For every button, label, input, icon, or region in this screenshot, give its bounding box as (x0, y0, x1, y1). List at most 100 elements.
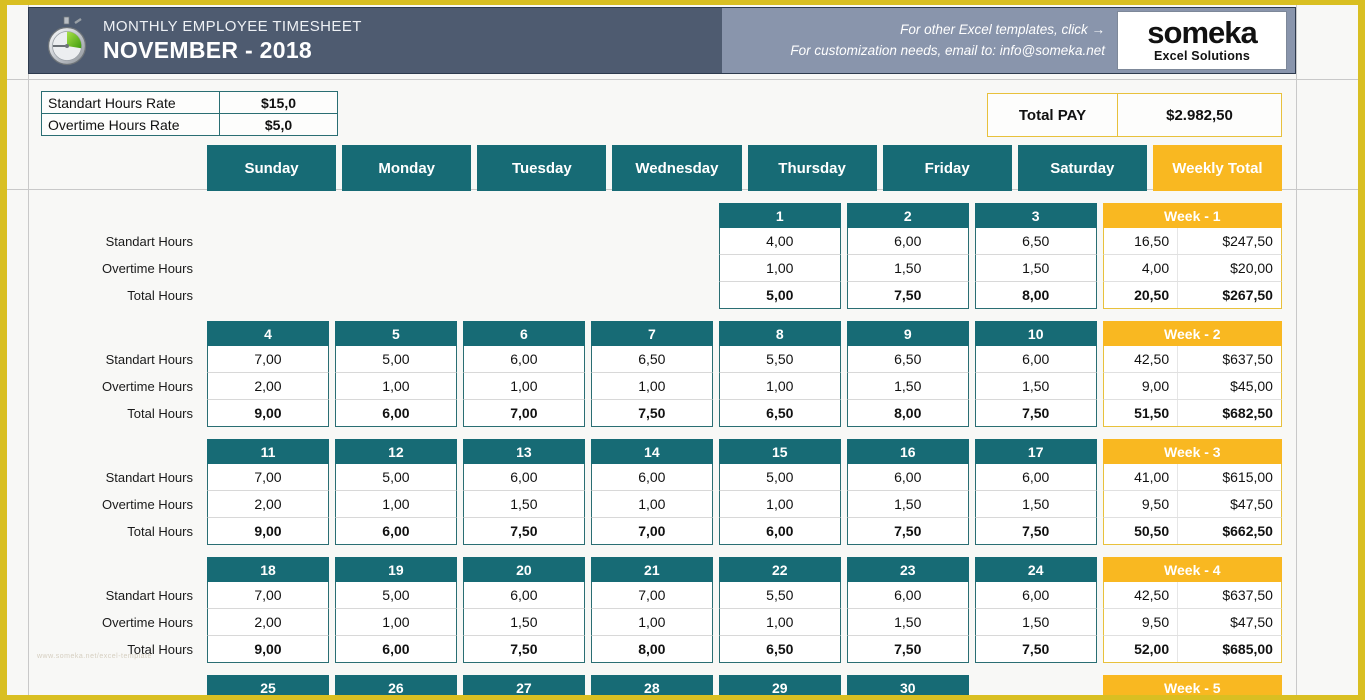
day-column: 47,002,009,00 (207, 321, 329, 427)
weekday-header-monday: Monday (342, 145, 471, 191)
standard-hours-cell[interactable]: 6,00 (847, 582, 969, 609)
overtime-hours-cell[interactable]: 1,00 (591, 609, 713, 636)
overtime-hours-cell[interactable]: 1,50 (463, 609, 585, 636)
standard-hours-cell[interactable]: 6,50 (847, 346, 969, 373)
day-number: 9 (847, 321, 969, 346)
standard-hours-cell[interactable]: 6,00 (463, 346, 585, 373)
overtime-hours-cell[interactable]: 1,00 (719, 609, 841, 636)
total-hours-cell: 7,50 (847, 518, 969, 545)
standard-hours-cell[interactable]: 7,00 (207, 464, 329, 491)
header-banner-right: For other Excel templates, click → For c… (722, 8, 1295, 73)
overtime-hours-cell[interactable]: 2,00 (207, 609, 329, 636)
weekly-pay-value: $47,50 (1178, 609, 1281, 635)
overtime-hours-cell[interactable]: 1,50 (847, 609, 969, 636)
standard-hours-cell[interactable]: 5,00 (719, 464, 841, 491)
logo-wordmark: someka (1147, 18, 1256, 47)
day-number: 18 (207, 557, 329, 582)
overtime-hours-cell[interactable] (463, 255, 585, 282)
standard-hours-cell[interactable]: 4,00 (719, 228, 841, 255)
overtime-hours-cell[interactable]: 1,00 (335, 373, 457, 400)
overtime-hours-cell[interactable]: 1,50 (975, 255, 1097, 282)
day-columns: 187,002,009,00195,001,006,00206,001,507,… (207, 557, 1282, 663)
overtime-hours-cell[interactable]: 1,50 (975, 491, 1097, 518)
day-column: 55,001,006,00 (335, 321, 457, 427)
day-number: 5 (335, 321, 457, 346)
week-label: Week - 1 (1103, 203, 1282, 228)
overtime-hours-cell[interactable] (335, 255, 457, 282)
standard-hours-cell[interactable]: 6,00 (463, 464, 585, 491)
overtime-hours-cell[interactable]: 1,00 (719, 373, 841, 400)
standard-hours-cell[interactable] (463, 228, 585, 255)
overtime-hours-cell[interactable]: 1,00 (591, 373, 713, 400)
standard-hours-cell[interactable]: 5,50 (719, 346, 841, 373)
weekly-total-row: 52,00$685,00 (1103, 636, 1282, 663)
weekly-hours-value: 9,50 (1104, 491, 1178, 517)
day-number: 6 (463, 321, 585, 346)
overtime-hours-cell[interactable]: 1,00 (719, 491, 841, 518)
promo-line-2[interactable]: For customization needs, email to: info@… (790, 41, 1105, 62)
weekly-hours-value: 51,50 (1104, 400, 1178, 426)
overtime-rate-value[interactable]: $5,0 (220, 114, 338, 136)
standard-hours-cell[interactable]: 6,00 (591, 464, 713, 491)
weekly-total-row: 50,50$662,50 (1103, 518, 1282, 545)
day-column (335, 203, 457, 309)
standard-hours-cell[interactable]: 6,00 (975, 464, 1097, 491)
overtime-hours-cell[interactable]: 1,00 (335, 609, 457, 636)
promo-line-1[interactable]: For other Excel templates, click → (790, 20, 1105, 41)
standard-hours-cell[interactable]: 6,50 (975, 228, 1097, 255)
someka-logo[interactable]: someka Excel Solutions (1117, 11, 1287, 70)
standard-hours-cell[interactable]: 7,00 (207, 346, 329, 373)
overtime-hours-cell[interactable]: 1,00 (463, 373, 585, 400)
row-label-column: Standart HoursOvertime HoursTotal Hours (7, 203, 207, 309)
weekly-hours-value: 52,00 (1104, 636, 1178, 662)
standard-hours-cell[interactable]: 7,00 (207, 582, 329, 609)
standard-hours-cell[interactable] (591, 228, 713, 255)
weekly-pay-value: $45,00 (1178, 373, 1281, 399)
standard-hours-cell[interactable]: 5,00 (335, 464, 457, 491)
overtime-hours-cell[interactable] (591, 255, 713, 282)
standard-hours-cell[interactable]: 5,00 (335, 582, 457, 609)
overtime-hours-cell[interactable]: 1,50 (463, 491, 585, 518)
standard-hours-cell[interactable]: 6,00 (463, 582, 585, 609)
overtime-hours-cell[interactable]: 1,50 (975, 609, 1097, 636)
standard-hours-cell[interactable]: 6,00 (847, 228, 969, 255)
standard-hours-cell[interactable]: 6,00 (975, 346, 1097, 373)
standard-hours-cell[interactable]: 5,50 (719, 582, 841, 609)
standard-hours-cell[interactable]: 5,00 (335, 346, 457, 373)
standard-hours-cell[interactable]: 7,00 (591, 582, 713, 609)
day-column: 155,001,006,00 (719, 439, 841, 545)
total-hours-cell (207, 282, 329, 309)
standard-hours-cell[interactable]: 6,00 (847, 464, 969, 491)
row-label: Total Hours (7, 518, 207, 545)
overtime-hours-cell[interactable]: 1,00 (719, 255, 841, 282)
overtime-hours-cell[interactable]: 1,50 (847, 255, 969, 282)
day-number: 15 (719, 439, 841, 464)
overtime-hours-cell[interactable]: 2,00 (207, 491, 329, 518)
day-column: 26,001,507,50 (847, 203, 969, 309)
total-hours-cell: 6,50 (719, 636, 841, 663)
standard-hours-cell[interactable] (335, 228, 457, 255)
weekday-header-friday: Friday (883, 145, 1012, 191)
weekly-hours-value: 9,50 (1104, 609, 1178, 635)
total-pay-value: $2.982,50 (1118, 94, 1281, 136)
overtime-hours-cell[interactable]: 1,50 (847, 373, 969, 400)
overtime-hours-cell[interactable] (207, 255, 329, 282)
day-number: 2 (847, 203, 969, 228)
overtime-hours-cell[interactable]: 1,50 (975, 373, 1097, 400)
overtime-hours-cell[interactable]: 1,00 (335, 491, 457, 518)
standard-hours-cell[interactable]: 6,00 (975, 582, 1097, 609)
standard-rate-value[interactable]: $15,0 (220, 92, 338, 114)
total-hours-cell: 9,00 (207, 400, 329, 427)
standard-hours-cell[interactable] (207, 228, 329, 255)
overtime-hours-cell[interactable]: 1,00 (591, 491, 713, 518)
weekly-hours-value: 50,50 (1104, 518, 1178, 544)
weekly-pay-value: $682,50 (1178, 400, 1281, 426)
day-column: 276,50 (463, 675, 585, 700)
overtime-hours-cell[interactable]: 2,00 (207, 373, 329, 400)
total-hours-cell: 7,50 (975, 400, 1097, 427)
standard-hours-cell[interactable]: 6,50 (591, 346, 713, 373)
row-label: Overtime Hours (7, 255, 207, 282)
weekly-total-row: 9,50$47,50 (1103, 609, 1282, 636)
overtime-hours-cell[interactable]: 1,50 (847, 491, 969, 518)
header-banner: MONTHLY EMPLOYEE TIMESHEET NOVEMBER - 20… (28, 7, 1296, 74)
